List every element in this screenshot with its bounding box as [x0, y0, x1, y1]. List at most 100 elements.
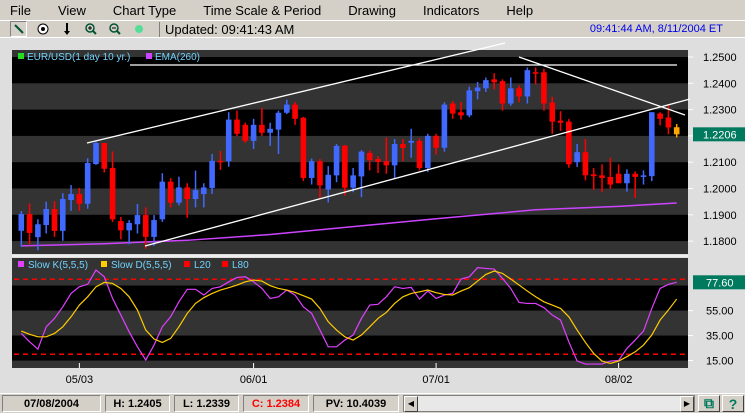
candle-body	[375, 159, 381, 162]
candle[interactable]	[648, 112, 655, 182]
candle[interactable]	[425, 133, 431, 172]
candle-body	[201, 187, 207, 195]
candle-body	[109, 167, 116, 220]
candle-body	[474, 87, 481, 92]
candle-body	[416, 140, 423, 168]
candle-body	[333, 145, 340, 176]
legend-swatch-l80	[222, 261, 228, 267]
candle-body	[342, 145, 348, 188]
candle-body	[582, 152, 589, 176]
candle-body	[648, 112, 655, 177]
legend-slow-k: Slow K(5,5,5)	[28, 260, 88, 271]
candle-body	[574, 152, 580, 163]
horizontal-scrollbar[interactable]: ◀ ▶	[403, 395, 695, 412]
legend-l20: L20	[194, 260, 211, 271]
candle-body	[242, 124, 249, 141]
candle-body	[192, 190, 199, 200]
candle-body	[308, 161, 315, 178]
candle[interactable]	[416, 138, 423, 171]
candle-body	[317, 161, 323, 186]
candle-body	[275, 112, 282, 130]
price-tick-label: 1.2100	[703, 157, 737, 169]
candle-body	[400, 144, 406, 148]
draw-line-icon[interactable]	[10, 21, 27, 37]
updated-time: Updated: 09:41:43 AM	[159, 21, 294, 37]
stoch-tick-label: 15.00	[706, 356, 734, 368]
candle-body	[43, 209, 49, 226]
candle-body	[507, 88, 514, 104]
candle[interactable]	[84, 158, 91, 209]
candle-body	[350, 175, 356, 188]
candle-body	[516, 88, 522, 97]
candle[interactable]	[225, 112, 232, 167]
zoom-out-icon[interactable]	[106, 21, 123, 37]
menu-time-scale[interactable]: Time Scale & Period	[193, 3, 321, 18]
status-pv: PV: 10.4039	[313, 395, 399, 412]
candle-body	[624, 173, 630, 184]
menu-view[interactable]: View	[48, 3, 86, 18]
candle[interactable]	[441, 102, 448, 152]
last-price-label: 1.2206	[703, 129, 737, 141]
legend-l80: L80	[232, 260, 249, 271]
candle-body	[209, 160, 215, 188]
candle-body	[93, 143, 99, 165]
status-close: C: 1.2384	[243, 395, 309, 412]
date-tick-label: 05/03	[66, 374, 94, 386]
candle-body	[142, 215, 149, 237]
candle-body	[491, 79, 497, 83]
candle-body	[449, 103, 456, 114]
window-layout-icon[interactable]: ⧉	[698, 395, 720, 412]
menu-chart-type[interactable]: Chart Type	[103, 3, 176, 18]
candle-body	[441, 104, 448, 148]
candle-body	[283, 104, 290, 113]
price-chart[interactable]: EUR/USD(1 day 10 yr.) EMA(260) Slow K(5,…	[0, 38, 745, 393]
help-icon[interactable]: ?	[722, 395, 744, 412]
candle[interactable]	[300, 116, 307, 182]
candle-body	[590, 174, 597, 177]
candle[interactable]	[242, 122, 249, 143]
date-tick-label: 08/02	[605, 374, 633, 386]
candle-body	[300, 117, 307, 178]
candle-body	[292, 104, 298, 119]
menu-drawing[interactable]: Drawing	[338, 3, 396, 18]
candle-body	[84, 162, 91, 204]
candle[interactable]	[566, 119, 572, 168]
candle-body	[499, 81, 506, 104]
menu-file[interactable]: File	[0, 3, 31, 18]
candle-body	[383, 161, 390, 166]
candle[interactable]	[466, 86, 473, 118]
stoch-tick-label: 55.00	[706, 306, 734, 318]
candle-body	[566, 121, 572, 165]
legend-swatch-eurusd	[18, 53, 24, 59]
status-low: L: 1.2339	[174, 395, 239, 412]
legend-eurusd: EUR/USD(1 day 10 yr.)	[27, 52, 130, 63]
candle-body	[466, 90, 473, 116]
chart-area[interactable]: EUR/USD(1 day 10 yr.) EMA(260) Slow K(5,…	[0, 38, 745, 393]
down-arrow-icon[interactable]	[58, 21, 75, 37]
candle-body	[657, 113, 663, 119]
zoom-in-icon[interactable]	[82, 21, 99, 37]
candle-body	[101, 143, 108, 169]
scroll-right-icon[interactable]: ▶	[680, 395, 694, 412]
legend-swatch-slow-k	[18, 261, 24, 267]
crosshair-icon[interactable]	[34, 21, 51, 37]
candle-body	[541, 72, 547, 104]
menu-bar: File View Chart Type Time Scale & Period…	[0, 0, 745, 20]
candle-body	[259, 124, 265, 133]
candle-body	[76, 194, 83, 204]
candle-body	[159, 181, 166, 220]
green-dot-icon[interactable]	[130, 21, 147, 37]
menu-indicators[interactable]: Indicators	[413, 3, 479, 18]
candle[interactable]	[93, 141, 99, 165]
scroll-left-icon[interactable]: ◀	[404, 395, 418, 412]
toolbar: Updated: 09:41:43 AM 09:41:44 AM, 8/11/2…	[0, 20, 745, 38]
menu-help[interactable]: Help	[496, 3, 533, 18]
status-bar: 07/08/2004 H: 1.2405 L: 1.2339 C: 1.2384…	[0, 393, 745, 413]
candle-body	[176, 187, 182, 203]
legend-swatch-ema	[146, 53, 152, 59]
stoch-tick-label: 35.00	[706, 331, 734, 343]
candle-body	[51, 209, 58, 231]
price-tick-label: 1.2500	[703, 52, 737, 64]
candle-body	[483, 80, 489, 89]
candle[interactable]	[101, 143, 108, 173]
